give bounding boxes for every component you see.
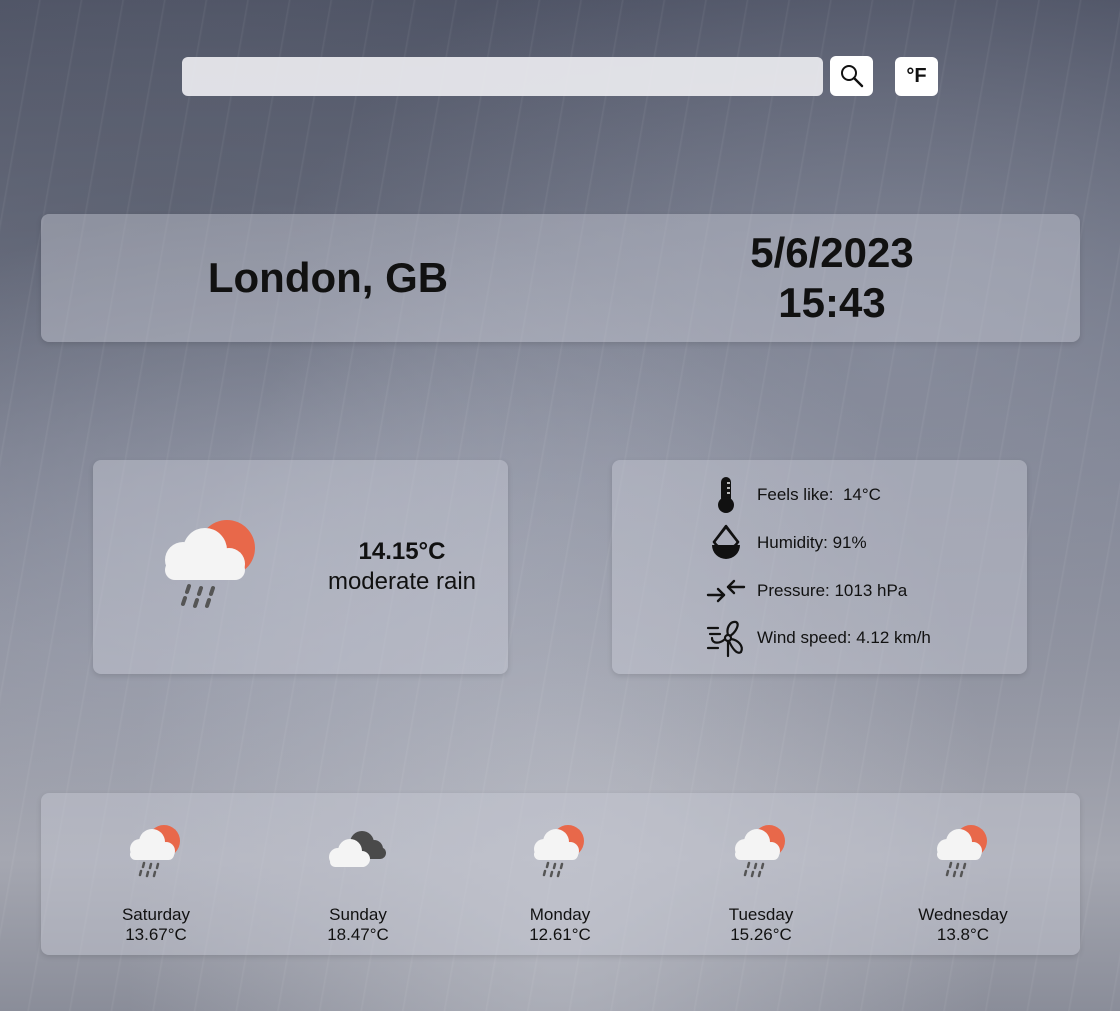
- forecast-day-name: Tuesday: [728, 905, 794, 924]
- humidity-text: Humidity: 91%: [757, 533, 867, 552]
- current-summary: 14.15°C moderate rain: [308, 537, 496, 597]
- forecast-day-temp: 15.26°C: [730, 925, 792, 944]
- city-name: London, GB: [207, 254, 449, 301]
- forecast-day-name: Sunday: [329, 905, 387, 924]
- forecast-day: Monday 12.61°C: [480, 823, 640, 945]
- clouds-icon: [329, 831, 386, 867]
- datetime: 5/6/2023 15:43: [615, 228, 1049, 328]
- wind-speed-text: Wind speed: 4.12 km/h: [757, 628, 931, 647]
- search-icon: [840, 65, 863, 88]
- forecast-day-temp: 13.67°C: [125, 925, 187, 944]
- pressure-arrows-icon: [704, 569, 748, 613]
- humidity-row: Humidity: 91%: [704, 521, 867, 565]
- pressure-row: Pressure: 1013 hPa: [704, 569, 907, 613]
- sun-cloud-rain-icon: [165, 520, 255, 608]
- feels-like-row: Feels like: 14°C: [704, 473, 881, 517]
- current-temperature: 14.15°C: [358, 538, 446, 565]
- forecast-day: Wednesday 13.8°C: [883, 823, 1043, 945]
- sun-cloud-rain-icon: [937, 825, 987, 878]
- feels-like-text: Feels like: 14°C: [757, 485, 881, 504]
- forecast-day-temp: 18.47°C: [327, 925, 389, 944]
- current-weather-panel: 14.15°C moderate rain: [93, 460, 508, 674]
- forecast-day: Tuesday 15.26°C: [681, 823, 841, 945]
- forecast-day-temp: 13.8°C: [936, 925, 990, 944]
- thermometer-icon: [704, 473, 748, 517]
- unit-toggle-button[interactable]: °F: [895, 57, 938, 96]
- date-text: 5/6/2023: [750, 229, 914, 276]
- wind-fan-icon: [704, 616, 748, 660]
- sun-cloud-rain-icon: [130, 825, 180, 878]
- forecast-panel: Saturday 13.67°C Sunday 18.47°C Monday 1…: [41, 793, 1080, 955]
- forecast-day: Sunday 18.47°C: [278, 823, 438, 945]
- search-input[interactable]: [182, 57, 823, 96]
- forecast-day-name: Monday: [529, 905, 591, 924]
- wind-speed-row: Wind speed: 4.12 km/h: [704, 616, 931, 660]
- forecast-day-name: Wednesday: [918, 905, 1008, 924]
- time-text: 15:43: [778, 279, 886, 326]
- sun-cloud-rain-icon: [534, 825, 584, 878]
- forecast-day-temp: 12.61°C: [529, 925, 591, 944]
- pressure-text: Pressure: 1013 hPa: [757, 581, 908, 600]
- search-button[interactable]: [830, 56, 873, 96]
- forecast-day-name: Saturday: [121, 905, 191, 924]
- forecast-day: Saturday 13.67°C: [76, 823, 236, 945]
- details-panel: Feels like: 14°C Humidity: 91% Pressure:…: [612, 460, 1027, 674]
- current-description: moderate rain: [327, 568, 477, 595]
- sun-cloud-rain-icon: [735, 825, 785, 878]
- humidity-drop-icon: [704, 521, 748, 565]
- location-panel: London, GB 5/6/2023 15:43: [41, 214, 1080, 342]
